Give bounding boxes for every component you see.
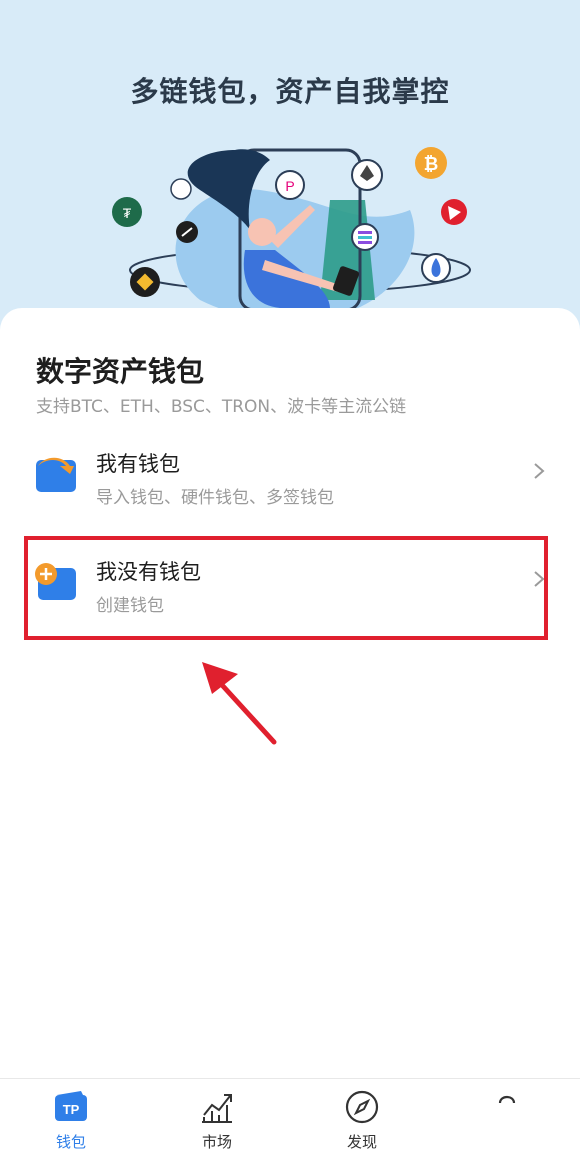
svg-text:TP: TP	[63, 1102, 80, 1117]
nav-tab-discover[interactable]: 发现	[327, 1089, 397, 1159]
hero-banner: ₿ P ₮ 多链钱包，资产自我掌控	[0, 0, 580, 340]
compass-icon	[345, 1090, 379, 1124]
nav-label-wallet: 钱包	[55, 1133, 86, 1151]
option-have-wallet-desc: 导入钱包、硬件钱包、多签钱包	[96, 488, 334, 508]
profile-icon	[498, 1095, 516, 1104]
hero-title: 多链钱包，资产自我掌控	[130, 75, 450, 108]
tp-wallet-icon: TP	[55, 1091, 87, 1121]
chart-trend-icon	[202, 1094, 232, 1123]
option-no-wallet-desc: 创建钱包	[96, 596, 164, 616]
svg-text:P: P	[285, 178, 294, 194]
nav-label-discover: 发现	[346, 1133, 377, 1151]
nav-tab-wallet[interactable]: TP 钱包	[36, 1089, 106, 1159]
wallet-card: 数字资产钱包 支持BTC、ETH、BSC、TRON、波卡等主流公链 我有钱包 导…	[0, 308, 580, 1088]
option-have-wallet-title: 我有钱包	[96, 452, 180, 476]
chevron-right-icon	[534, 463, 545, 479]
create-wallet-icon	[35, 563, 76, 600]
import-wallet-icon	[36, 457, 76, 492]
chevron-right-icon	[534, 571, 545, 587]
red-arrow-annotation	[202, 662, 277, 745]
svg-text:₿: ₿	[424, 154, 439, 174]
nav-tab-profile[interactable]	[472, 1089, 542, 1159]
hero-illustration: ₿ P ₮	[112, 147, 471, 320]
card-title: 数字资产钱包	[36, 355, 205, 388]
nav-tab-market[interactable]: 市场	[182, 1089, 252, 1159]
svg-text:₮: ₮	[123, 205, 132, 221]
card-subtitle: 支持BTC、ETH、BSC、TRON、波卡等主流公链	[36, 397, 407, 417]
nav-label-market: 市场	[201, 1133, 232, 1151]
option-no-wallet-title: 我没有钱包	[96, 560, 201, 584]
option-no-wallet[interactable]: 我没有钱包 创建钱包	[26, 536, 550, 636]
bottom-nav: TP 钱包 市场 发现	[0, 1078, 580, 1161]
option-have-wallet[interactable]: 我有钱包 导入钱包、硬件钱包、多签钱包	[26, 428, 550, 528]
